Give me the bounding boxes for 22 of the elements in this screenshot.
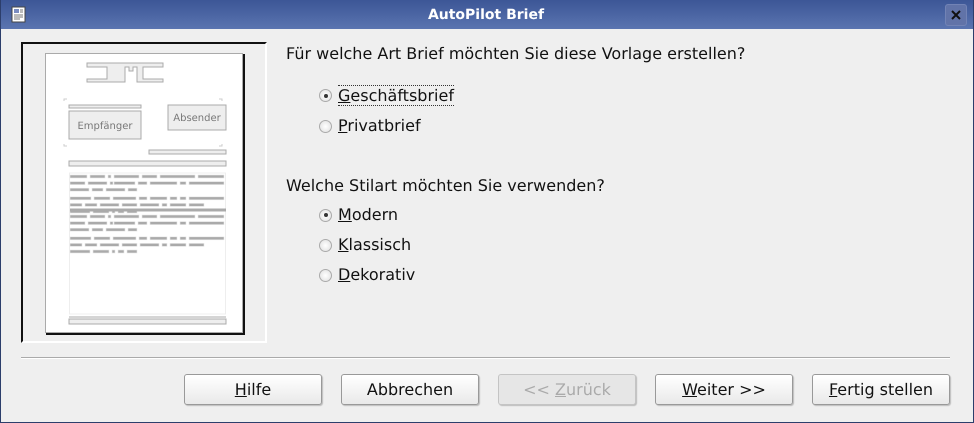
question-label: Für welche Art Brief möchten Sie diese Vorlage erstellen? [286,44,746,63]
question-label: Welche Stilart möchten Sie verwenden? [286,176,606,195]
radio-option[interactable]: Dekorativ [319,265,746,285]
radio-option[interactable]: Geschäftsbrief [319,85,746,106]
dialog-button[interactable]: Hilfe [184,374,322,405]
window-title: AutoPilot Brief [426,6,546,22]
sender-label: Absender [173,113,221,124]
close-button[interactable] [945,4,967,26]
document-icon [11,6,27,24]
radio-option[interactable]: Klassisch [319,235,746,255]
dialog-button[interactable]: Weiter >> [655,374,793,405]
radio-option[interactable]: Privatbrief [319,116,746,136]
close-icon [950,8,962,20]
radio-option[interactable]: Modern [319,205,746,225]
radio-button[interactable] [319,268,332,282]
radio-button[interactable] [319,238,332,252]
dialog-button[interactable]: Abbrechen [341,374,479,405]
radio-button[interactable] [319,120,332,132]
recipient-label: Empfänger [78,121,132,132]
radio-button[interactable] [319,208,332,222]
radio-button[interactable] [319,89,332,102]
dialog-button[interactable]: Fertig stellen [812,374,950,405]
